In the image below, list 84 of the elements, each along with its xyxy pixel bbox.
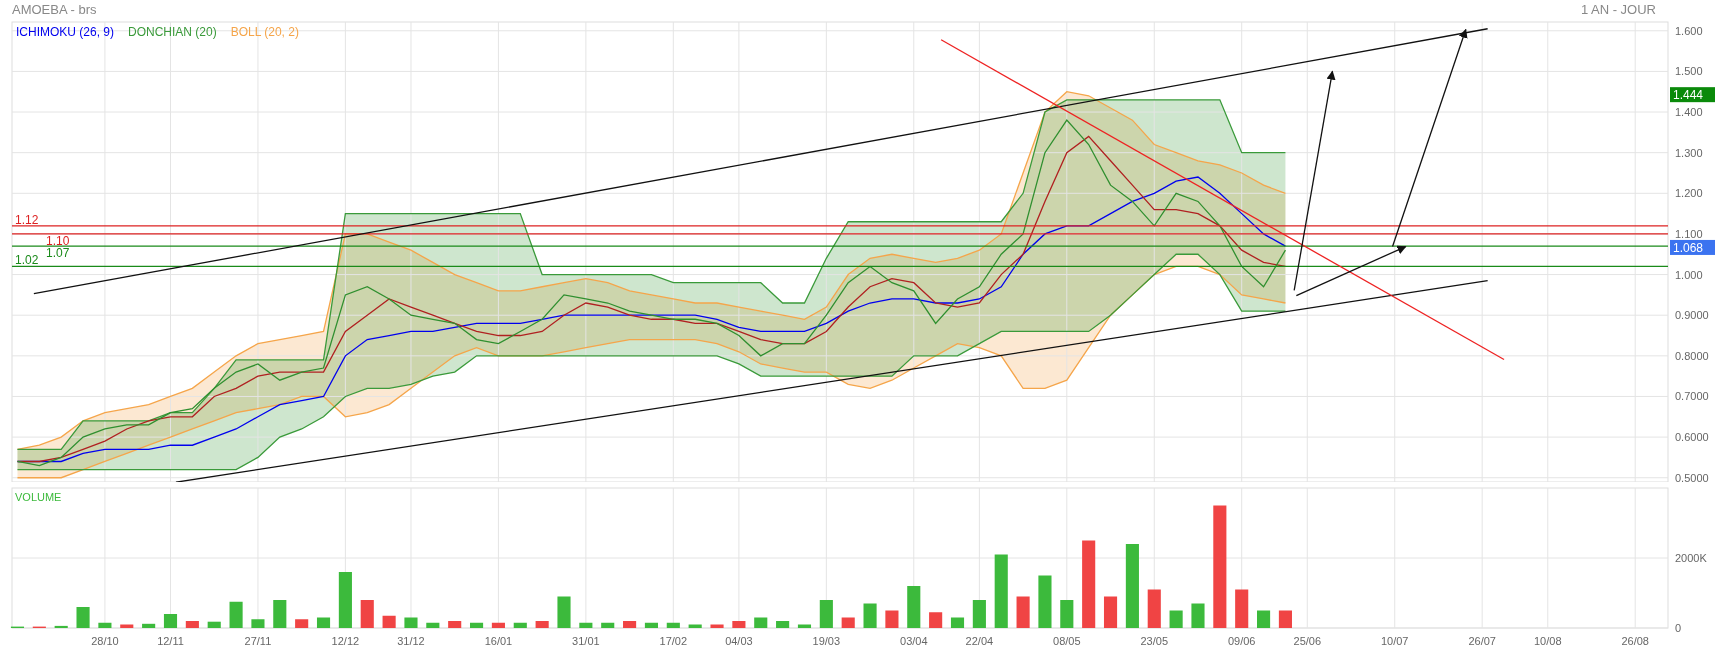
axis-label: 1.200	[1675, 187, 1703, 200]
price-level-label: 1.07	[46, 246, 70, 261]
axis-label: 31/12	[397, 635, 425, 647]
volume-bar	[448, 621, 462, 628]
axis-label: 10/07	[1380, 635, 1409, 647]
volume-bar	[185, 621, 199, 628]
price-tag: 1.068	[1670, 239, 1715, 255]
axis-label: 26/08	[1621, 635, 1649, 647]
volume-bar	[1060, 600, 1074, 628]
axis-label: 1.500	[1675, 65, 1703, 78]
volume-bar	[644, 622, 658, 628]
volume-bar	[732, 621, 746, 628]
axis-label: 10/08	[1534, 635, 1562, 647]
price-tag: 1.444	[1670, 87, 1715, 103]
axis-label: 08/05	[1053, 635, 1081, 647]
volume-bar	[513, 622, 527, 628]
axis-label: 0.8000	[1675, 349, 1709, 362]
volume-bar	[207, 621, 221, 628]
volume-bar	[535, 621, 549, 628]
legend-label: ICHIMOKU (26, 9)	[16, 25, 114, 39]
price-level-label: 1.12	[15, 212, 39, 227]
axis-label: 1.100	[1675, 227, 1703, 240]
axis-label: 03/04	[900, 635, 928, 647]
axis-label: 12/11	[157, 635, 184, 647]
axis-label: 2000K	[1675, 552, 1707, 564]
axis-label: 31/01	[572, 635, 600, 647]
volume-bar	[950, 617, 965, 628]
legend-label: BOLL (20, 2)	[230, 25, 299, 39]
volume-bar	[623, 621, 637, 628]
period-label: 1 AN - JOUR	[1580, 1, 1656, 20]
chart-title: AMOEBA - brs	[12, 1, 97, 20]
axis-label: 23/05	[1140, 635, 1168, 647]
volume-bar	[120, 624, 134, 628]
volume-bar	[142, 623, 156, 628]
volume-bar	[841, 617, 855, 628]
axis-label: 0.5000	[1675, 471, 1709, 482]
volume-bar	[491, 622, 505, 628]
axis-label: 1.300	[1675, 146, 1703, 159]
volume-bar	[251, 619, 265, 628]
legend-label: DONCHIAN (20)	[128, 25, 217, 39]
volume-bar	[426, 622, 440, 628]
axis-label: 0.7000	[1675, 390, 1709, 403]
axis-label: 25/06	[1293, 635, 1322, 647]
axis-label: 19/03	[812, 635, 841, 647]
axis-label: 1.600	[1675, 24, 1703, 37]
volume-bar	[907, 586, 921, 628]
volume-bar	[688, 624, 702, 628]
axis-label: 22/04	[965, 635, 994, 647]
volume-bar	[776, 621, 790, 628]
axis-label: 0.6000	[1675, 431, 1709, 444]
volume-bar	[754, 617, 768, 628]
volume-bar	[1191, 603, 1205, 628]
volume-bar	[710, 624, 724, 628]
axis-label: 09/06	[1227, 635, 1256, 647]
price-level-label: 1.02	[15, 253, 39, 268]
axis-label: 28/10	[91, 635, 119, 647]
volume-bar	[666, 622, 680, 628]
volume-bar	[1038, 575, 1052, 628]
volume-bar	[557, 596, 571, 628]
volume-bar	[929, 612, 943, 628]
axis-label: 12/12	[331, 635, 360, 647]
volume-bar	[579, 622, 593, 628]
axis-label: 0	[1675, 622, 1682, 634]
panel-title: VOLUME	[15, 491, 62, 503]
volume-bar	[316, 617, 331, 628]
volume-bar	[470, 622, 484, 628]
price-level-label: 1.10	[46, 233, 70, 248]
axis-label: 27/11	[244, 635, 272, 647]
axis-label: 1.400	[1675, 106, 1703, 119]
axis-label: 26/07	[1468, 635, 1496, 647]
axis-label: 04/03	[725, 635, 753, 647]
volume-bar	[98, 622, 112, 628]
volume-bar	[273, 600, 287, 628]
volume-bar	[1235, 589, 1249, 628]
axis-label: 0.9000	[1675, 309, 1709, 322]
axis-label: 16/01	[484, 635, 513, 647]
volume-bar	[295, 619, 309, 628]
volume-bar	[797, 624, 812, 628]
volume-bar	[54, 625, 68, 628]
volume-bar	[76, 607, 90, 628]
axis-label: 17/02	[659, 635, 688, 647]
volume-bar	[404, 617, 418, 628]
axis-label: 1.000	[1675, 268, 1703, 281]
volume-bar	[601, 622, 615, 628]
